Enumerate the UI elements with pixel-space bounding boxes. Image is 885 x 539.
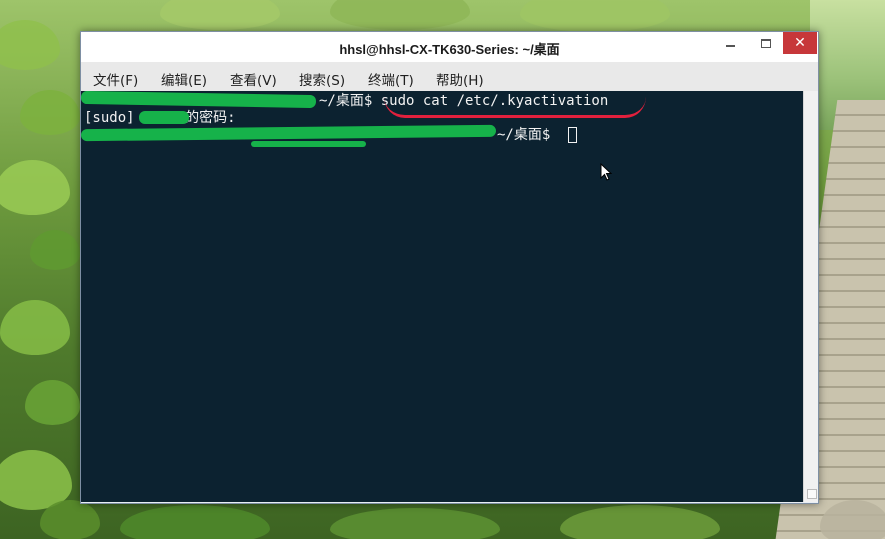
- menu-bar: 文件(F) 编辑(E) 查看(V) 搜索(S) 终端(T) 帮助(H): [81, 62, 818, 91]
- redaction-scribble: [251, 141, 366, 147]
- menu-file[interactable]: 文件(F): [93, 69, 138, 89]
- window-title: hhsl@hhsl-CX-TK630-Series: ~/桌面: [339, 42, 560, 57]
- close-button[interactable]: ✕: [783, 32, 817, 54]
- terminal-window[interactable]: hhsl@hhsl-CX-TK630-Series: ~/桌面 ✕ 文件(F) …: [80, 31, 819, 504]
- menu-edit[interactable]: 编辑(E): [161, 69, 207, 89]
- menu-search[interactable]: 搜索(S): [299, 69, 345, 89]
- maximize-icon: [761, 38, 771, 48]
- terminal-line-prompt: ~/桌面$: [497, 127, 551, 143]
- redaction-scribble: [139, 111, 189, 124]
- terminal-output[interactable]: ~/桌面$ sudo cat /etc/.kyactivation [sudo]…: [81, 91, 803, 502]
- close-icon: ✕: [794, 35, 806, 51]
- red-underline-annotation: [384, 97, 646, 118]
- redaction-scribble: [81, 124, 497, 142]
- scroll-down-button[interactable]: [807, 489, 817, 499]
- redaction-scribble: [81, 91, 317, 109]
- minimize-icon: [725, 45, 735, 47]
- mouse-pointer-icon: [600, 163, 613, 181]
- menu-help[interactable]: 帮助(H): [436, 69, 484, 89]
- terminal-cursor: [568, 127, 577, 143]
- window-titlebar[interactable]: hhsl@hhsl-CX-TK630-Series: ~/桌面 ✕: [81, 32, 818, 62]
- terminal-scrollbar[interactable]: [803, 91, 818, 502]
- maximize-button[interactable]: [753, 32, 779, 54]
- menu-terminal[interactable]: 终端(T): [368, 69, 414, 89]
- menu-view[interactable]: 查看(V): [230, 69, 277, 89]
- minimize-button[interactable]: [717, 32, 743, 54]
